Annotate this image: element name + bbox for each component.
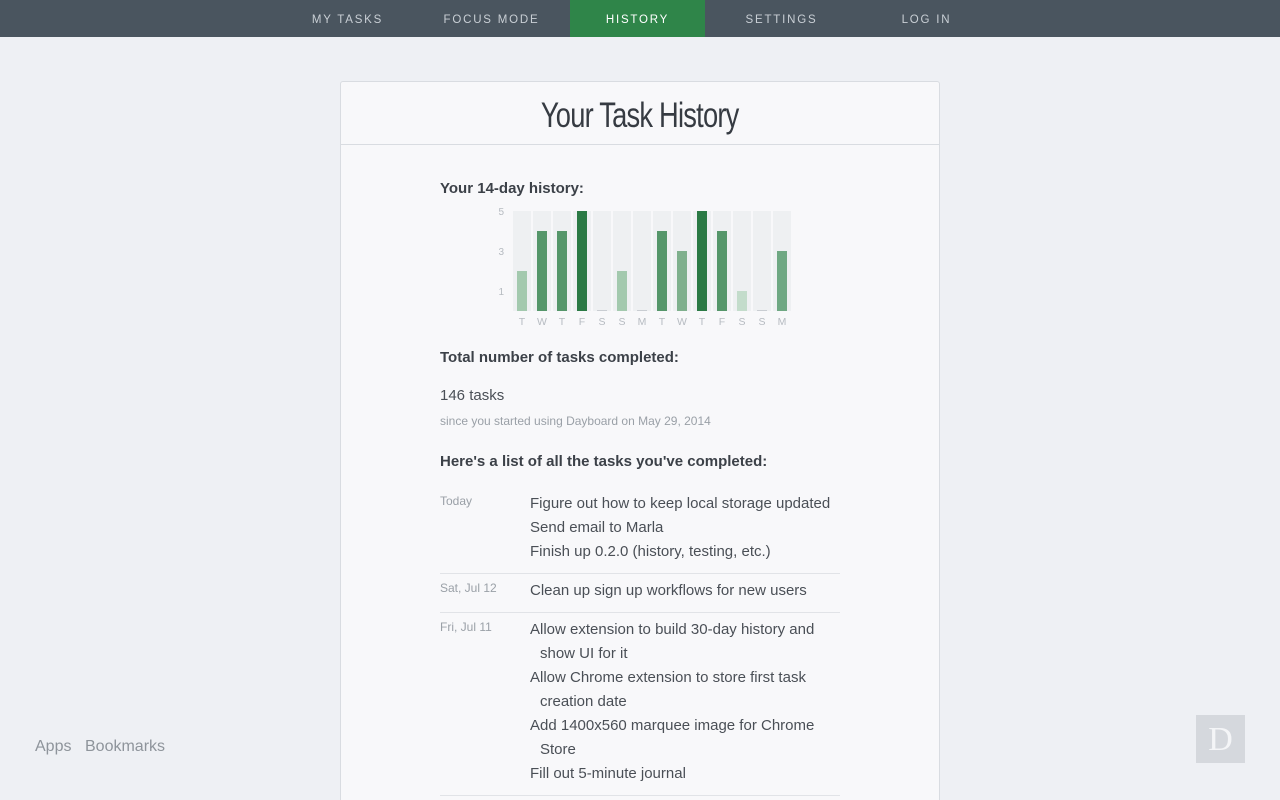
bar-today <box>777 251 787 311</box>
x-tick-label: S <box>598 316 605 328</box>
bar <box>657 231 667 311</box>
nav-log-in[interactable]: LOG IN <box>859 0 994 37</box>
history-chart: 135TWTFSSMTWTFSSM <box>481 207 801 337</box>
bar <box>677 251 687 311</box>
x-tick-label: S <box>758 316 765 328</box>
nav-focus-mode[interactable]: FOCUS MODE <box>424 0 559 37</box>
page-title: Your Task History <box>541 96 739 135</box>
list-heading: Here's a list of all the tasks you've co… <box>440 453 768 470</box>
x-tick-label: T <box>519 316 526 328</box>
x-tick-label: W <box>537 316 547 328</box>
completed-task-item: Clean up sign up workflows for new users <box>530 582 807 599</box>
bar-track <box>753 211 771 311</box>
total-tasks-value: 146 tasks <box>440 387 505 404</box>
bar <box>537 231 547 311</box>
bar-empty <box>637 310 647 311</box>
history-day-group: Fri, Jul 11 Allow extension to build 30-d… <box>440 613 840 796</box>
bar-track <box>633 211 651 311</box>
x-tick-label: F <box>719 316 725 328</box>
bookmarks-link[interactable]: Bookmarks <box>85 738 165 756</box>
history-day-label: Fri, Jul 11 <box>440 620 492 634</box>
y-tick-label: 1 <box>498 287 504 298</box>
card-header: Your Task History <box>341 82 939 145</box>
total-since-text: since you started using Dayboard on May … <box>440 414 711 428</box>
x-tick-label: T <box>559 316 566 328</box>
history-day-label: Today <box>440 494 473 508</box>
x-tick-label: T <box>699 316 706 328</box>
completed-task-item: Send email to Marla <box>530 519 664 536</box>
bar <box>737 291 747 311</box>
completed-task-list: Today Figure out how to keep local storag… <box>440 487 840 800</box>
x-tick-label: M <box>778 316 787 328</box>
nav-history[interactable]: HISTORY <box>570 0 705 37</box>
bar <box>717 231 727 311</box>
history-chart-svg: 135T W T F S S M T W T F S S M <box>498 207 791 328</box>
completed-task-item: Finish up 0.2.0 (history, testing, etc.) <box>530 543 771 560</box>
x-tick-label: F <box>579 316 585 328</box>
history-task-list: Figure out how to keep local storage upd… <box>530 492 840 564</box>
history-day-group: Thu, Jul 10Fill out 5-minute journal for… <box>440 796 840 800</box>
total-heading: Total number of tasks completed: <box>440 349 679 366</box>
completed-task-item: Figure out how to keep local storage upd… <box>530 495 831 512</box>
x-tick-label: S <box>618 316 625 328</box>
dayboard-logo-icon[interactable]: D <box>1196 715 1245 763</box>
x-tick-label: M <box>638 316 647 328</box>
bar <box>617 271 627 311</box>
completed-task-item: Allow Chrome extension to store first ta… <box>530 669 806 710</box>
history-heading: Your 14-day history: <box>440 180 584 197</box>
y-tick-label: 5 <box>498 207 504 218</box>
history-task-list: Clean up sign up workflows for new users <box>530 579 840 603</box>
nav-settings[interactable]: SETTINGS <box>714 0 849 37</box>
bar-empty <box>597 310 607 311</box>
bar <box>577 211 587 311</box>
bar <box>557 231 567 311</box>
nav-my-tasks[interactable]: MY TASKS <box>280 0 415 37</box>
completed-task-item: Allow extension to build 30-day history … <box>530 621 815 662</box>
history-task-list: Allow extension to build 30-day history … <box>530 618 840 786</box>
y-tick-label: 3 <box>498 247 504 258</box>
apps-link[interactable]: Apps <box>35 738 71 756</box>
history-day-label: Sat, Jul 12 <box>440 581 497 595</box>
bar-track <box>593 211 611 311</box>
history-day-group: Sat, Jul 12 Clean up sign up workflows fo… <box>440 574 840 613</box>
x-tick-label: S <box>738 316 745 328</box>
completed-task-item: Add 1400x560 marquee image for Chrome St… <box>530 717 815 758</box>
history-day-group: Today Figure out how to keep local storag… <box>440 487 840 574</box>
x-tick-label: W <box>677 316 687 328</box>
x-tick-label: T <box>659 316 666 328</box>
bar-empty <box>757 310 767 311</box>
bar <box>517 271 527 311</box>
bar <box>697 211 707 311</box>
completed-task-item: Fill out 5-minute journal <box>530 765 686 782</box>
top-nav: MY TASKS FOCUS MODE HISTORY SETTINGS LOG… <box>0 0 1280 37</box>
history-card: Your Task History Your 14-day history: 1… <box>340 81 940 800</box>
